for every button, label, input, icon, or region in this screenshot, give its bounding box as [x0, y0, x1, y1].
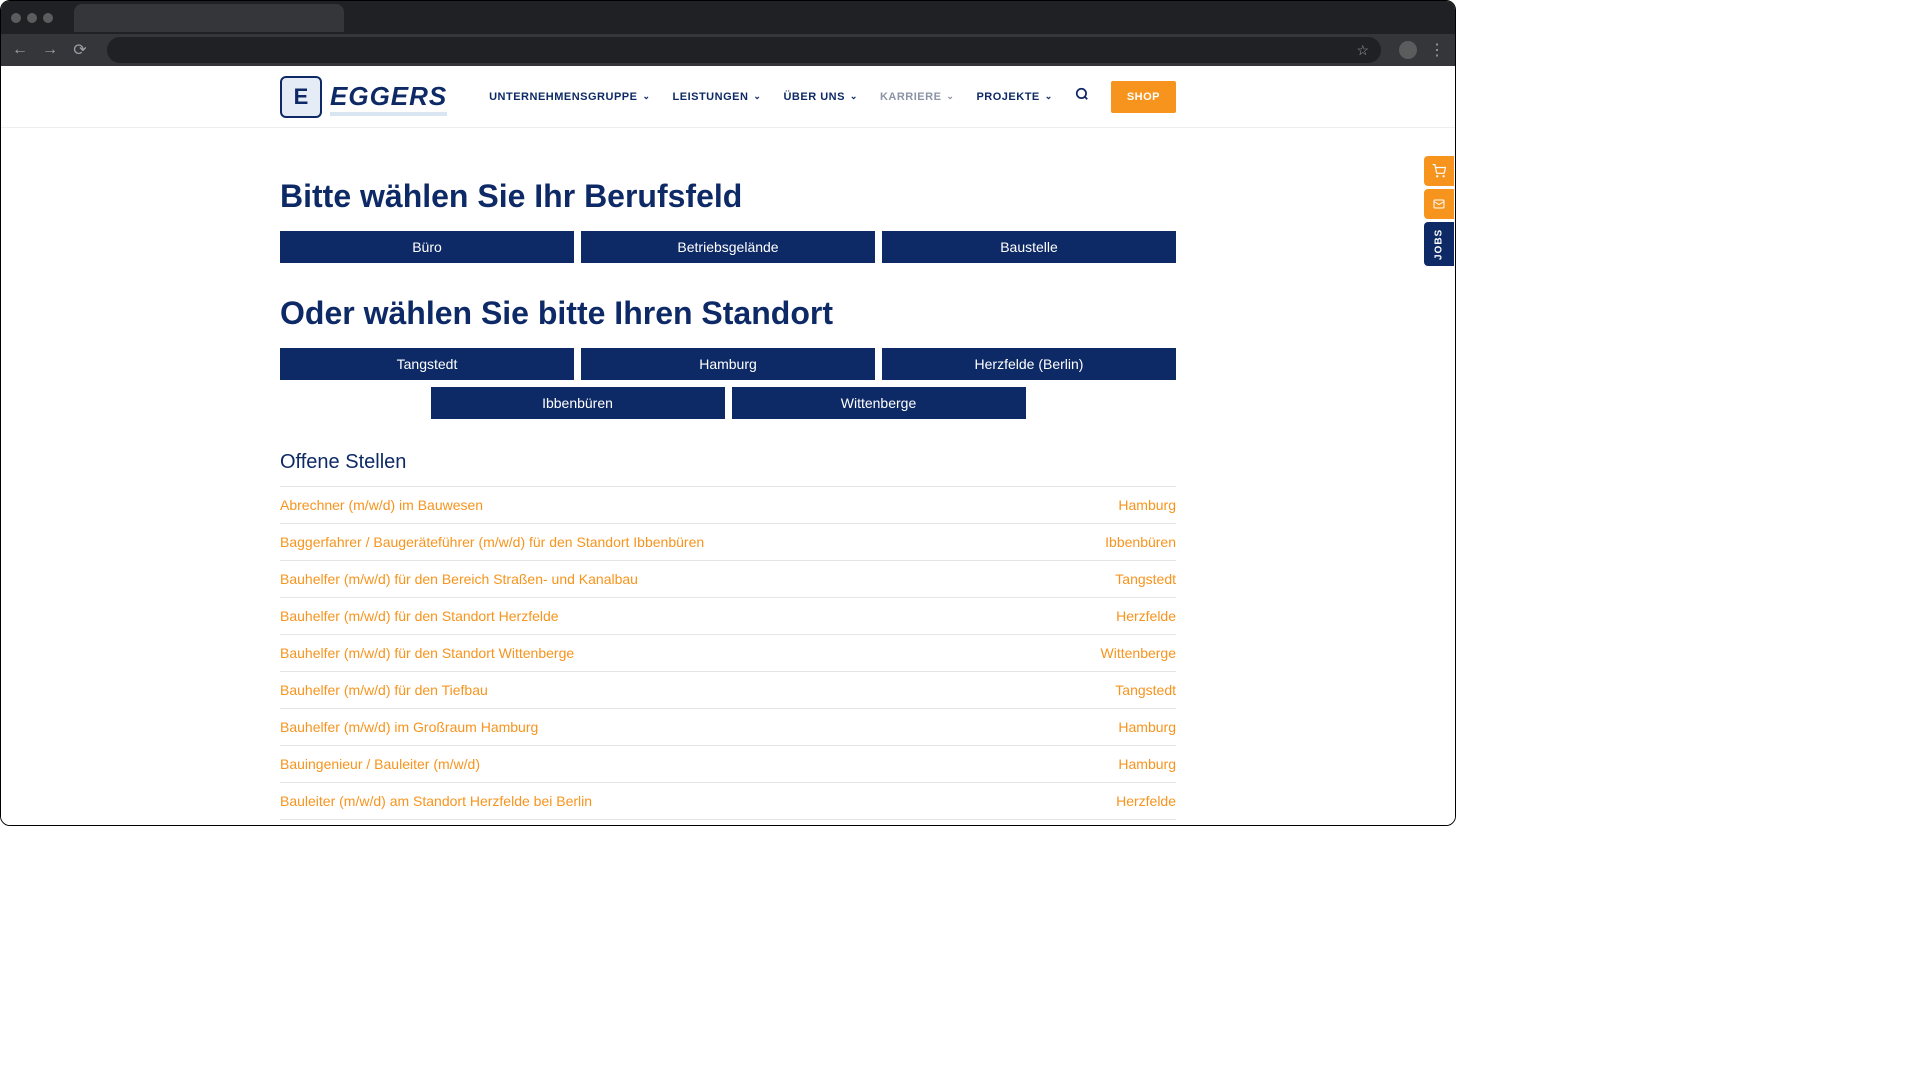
chevron-down-icon: ⌄ — [753, 91, 761, 102]
window-max-icon[interactable] — [43, 13, 53, 23]
job-title: Bauhelfer (m/w/d) im Großraum Hamburg — [280, 719, 538, 735]
profile-avatar[interactable] — [1399, 41, 1417, 59]
browser-chrome: ← → ⟳ ☆ ⋮ — [1, 1, 1455, 66]
job-row[interactable]: Bauhelfer (m/w/d) im Großraum Hamburg Ham… — [280, 709, 1176, 746]
job-row[interactable]: Bauleiter (m/w/d) am Standort Herzfelde … — [280, 783, 1176, 820]
open-positions-heading: Offene Stellen — [280, 451, 1176, 474]
job-location: Hamburg — [1118, 756, 1176, 772]
job-row[interactable]: Bauleiter (m/w/d) für das Großprojekt A7… — [280, 820, 1176, 825]
site-header: E EGGERS UNTERNEHMENSGRUPPE⌄LEISTUNGEN⌄Ü… — [1, 66, 1455, 128]
window-close-icon[interactable] — [11, 13, 21, 23]
job-title: Bauhelfer (m/w/d) für den Tiefbau — [280, 682, 488, 698]
nav-item-leistungen[interactable]: LEISTUNGEN ⌄ — [673, 91, 762, 103]
forward-icon[interactable]: → — [41, 41, 59, 59]
bookmark-icon[interactable]: ☆ — [1356, 42, 1369, 59]
url-bar[interactable]: ☆ — [107, 37, 1381, 63]
location-filter-button[interactable]: Ibbenbüren — [431, 387, 725, 419]
chevron-down-icon: ⌄ — [1045, 91, 1053, 102]
job-title: Bauhelfer (m/w/d) für den Standort Herzf… — [280, 608, 559, 624]
job-location: Ibbenbüren — [1105, 534, 1176, 550]
location-filter-button[interactable]: Wittenberge — [732, 387, 1026, 419]
job-location: Hamburg — [1118, 719, 1176, 735]
job-row[interactable]: Abrechner (m/w/d) im Bauwesen Hamburg — [280, 487, 1176, 524]
job-row[interactable]: Baggerfahrer / Baugeräteführer (m/w/d) f… — [280, 524, 1176, 561]
job-row[interactable]: Bauhelfer (m/w/d) für den Bereich Straße… — [280, 561, 1176, 598]
heading-location: Oder wählen Sie bitte Ihren Standort — [280, 295, 1176, 332]
chevron-down-icon: ⌄ — [850, 91, 858, 102]
nav-item-karriere[interactable]: KARRIERE ⌄ — [880, 91, 955, 103]
side-tabs: JOBS — [1424, 156, 1454, 266]
browser-menu-icon[interactable]: ⋮ — [1429, 40, 1445, 60]
location-filter-row-2: IbbenbürenWittenberge — [280, 387, 1176, 419]
job-location: Wittenberge — [1101, 645, 1176, 661]
location-filter-button[interactable]: Tangstedt — [280, 348, 574, 380]
field-filter-button[interactable]: Büro — [280, 231, 574, 263]
job-location: Tangstedt — [1115, 571, 1176, 587]
window-min-icon[interactable] — [27, 13, 37, 23]
nav-item-über uns[interactable]: ÜBER UNS ⌄ — [783, 91, 858, 103]
job-location: Herzfelde — [1116, 793, 1176, 809]
browser-tab[interactable] — [74, 4, 344, 32]
location-filter-button[interactable]: Hamburg — [581, 348, 875, 380]
job-location: Herzfelde — [1116, 608, 1176, 624]
location-filter-row-1: TangstedtHamburgHerzfelde (Berlin) — [280, 348, 1176, 380]
chevron-down-icon: ⌄ — [642, 91, 650, 102]
nav-item-label: LEISTUNGEN — [673, 91, 749, 103]
shop-side-tab[interactable] — [1424, 156, 1454, 186]
job-title: Bauingenieur / Bauleiter (m/w/d) — [280, 756, 480, 772]
job-title: Abrechner (m/w/d) im Bauwesen — [280, 497, 483, 513]
shop-button[interactable]: SHOP — [1111, 81, 1176, 113]
job-location: Tangstedt — [1115, 682, 1176, 698]
nav-item-projekte[interactable]: PROJEKTE ⌄ — [976, 91, 1052, 103]
main-nav: UNTERNEHMENSGRUPPE⌄LEISTUNGEN⌄ÜBER UNS⌄K… — [489, 81, 1176, 113]
job-row[interactable]: Bauhelfer (m/w/d) für den Tiefbau Tangste… — [280, 672, 1176, 709]
job-row[interactable]: Bauhelfer (m/w/d) für den Standort Witte… — [280, 635, 1176, 672]
field-filter-button[interactable]: Betriebsgelände — [581, 231, 875, 263]
job-title: Bauhelfer (m/w/d) für den Bereich Straße… — [280, 571, 638, 587]
job-row[interactable]: Bauingenieur / Bauleiter (m/w/d) Hamburg — [280, 746, 1176, 783]
job-list: Abrechner (m/w/d) im Bauwesen Hamburg Bagg… — [280, 486, 1176, 825]
nav-item-label: UNTERNEHMENSGRUPPE — [489, 91, 637, 103]
chevron-down-icon: ⌄ — [946, 91, 954, 102]
location-filter-button[interactable]: Herzfelde (Berlin) — [882, 348, 1176, 380]
search-icon[interactable] — [1075, 87, 1089, 106]
nav-item-label: ÜBER UNS — [783, 91, 844, 103]
field-filter-row: BüroBetriebsgeländeBaustelle — [280, 231, 1176, 263]
logo[interactable]: E EGGERS — [280, 76, 447, 118]
job-title: Bauhelfer (m/w/d) für den Standort Witte… — [280, 645, 574, 661]
contact-side-tab[interactable] — [1424, 189, 1454, 219]
job-title: Bauleiter (m/w/d) am Standort Herzfelde … — [280, 793, 592, 809]
nav-item-label: PROJEKTE — [976, 91, 1039, 103]
job-location: Hamburg — [1118, 497, 1176, 513]
jobs-side-tab[interactable]: JOBS — [1424, 222, 1454, 266]
job-row[interactable]: Bauhelfer (m/w/d) für den Standort Herzf… — [280, 598, 1176, 635]
logo-icon: E — [280, 76, 322, 118]
nav-item-label: KARRIERE — [880, 91, 941, 103]
reload-icon[interactable]: ⟳ — [71, 41, 89, 59]
job-title: Baggerfahrer / Baugeräteführer (m/w/d) f… — [280, 534, 704, 550]
field-filter-button[interactable]: Baustelle — [882, 231, 1176, 263]
back-icon[interactable]: ← — [11, 41, 29, 59]
logo-text: EGGERS — [330, 81, 447, 112]
nav-item-unternehmensgruppe[interactable]: UNTERNEHMENSGRUPPE ⌄ — [489, 91, 650, 103]
heading-field: Bitte wählen Sie Ihr Berufsfeld — [280, 178, 1176, 215]
